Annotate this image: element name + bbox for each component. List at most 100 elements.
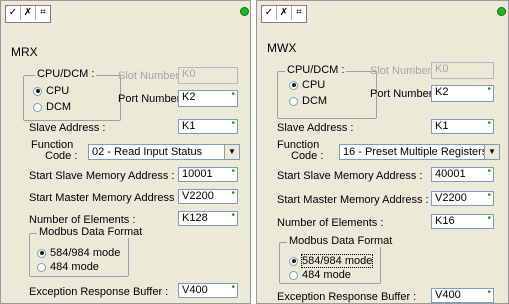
function-code-select[interactable]: 02 - Read Input Status ▼ (88, 144, 240, 160)
valid-mark-icon: • (487, 191, 491, 201)
start-slave-address-field[interactable]: 40001 • (431, 167, 494, 182)
valid-mark-icon: • (487, 119, 491, 129)
valid-mark-icon: • (231, 167, 235, 177)
exception-buffer-label: Exception Response Buffer : (29, 286, 169, 298)
slave-address-field[interactable]: K1 • (178, 119, 238, 134)
valid-mark-icon: • (231, 211, 235, 221)
valid-mark-icon: • (487, 214, 491, 224)
dcm-radio[interactable]: DCM (289, 95, 327, 107)
start-master-address-label: Start Master Memory Address : (29, 192, 181, 204)
slave-address-label: Slave Address : (277, 122, 354, 134)
function-code-label-line2: Code : (45, 150, 78, 162)
number-of-elements-label: Number of Elements : (29, 214, 136, 226)
mode-484-label: 484 mode (302, 269, 351, 281)
exception-buffer-value: V400 (435, 289, 461, 301)
mode-584-radio[interactable]: 584/984 mode (289, 254, 374, 268)
status-led-icon (240, 7, 249, 16)
radio-selected-icon (37, 248, 46, 258)
dcm-radio-label: DCM (302, 95, 328, 107)
modbus-format-group-label: Modbus Data Format (37, 226, 145, 238)
function-code-label-line2: Code : (291, 150, 324, 162)
start-master-address-value: V2200 (435, 192, 467, 204)
instruction-title: MRX (11, 45, 38, 59)
cpu-radio[interactable]: CPU (289, 79, 325, 91)
dcm-radio-label: DCM (46, 101, 72, 113)
start-master-address-field[interactable]: V2200 • (178, 189, 238, 204)
valid-mark-icon: • (487, 167, 491, 177)
function-code-select[interactable]: 16 - Preset Multiple Registers ▼ (339, 144, 500, 160)
cpu-radio-label: CPU (46, 85, 70, 97)
start-slave-address-field[interactable]: 10001 • (178, 167, 238, 182)
mode-484-radio[interactable]: 484 mode (289, 269, 351, 281)
start-master-address-label: Start Master Memory Address : (277, 194, 429, 206)
mode-484-label: 484 mode (50, 261, 99, 273)
mrx-dialog: ✓ ✗ ⌗ MRX CPU/DCM : CPU DCM Slot Number … (0, 0, 251, 304)
help-icon[interactable]: ⌗ (36, 6, 50, 20)
start-slave-address-label: Start Slave Memory Address : (277, 170, 423, 182)
mode-584-radio[interactable]: 584/984 mode (37, 247, 120, 259)
start-master-address-value: V2200 (182, 190, 214, 202)
mwx-toolbar: ✓ ✗ ⌗ (261, 5, 307, 23)
port-number-value: K2 (182, 91, 196, 103)
port-number-label: Port Number : (118, 93, 187, 105)
valid-mark-icon: • (231, 189, 235, 199)
exception-buffer-label: Exception Response Buffer : (277, 291, 417, 303)
radio-selected-icon (33, 86, 42, 96)
valid-mark-icon: • (487, 288, 491, 298)
slave-address-value: K1 (435, 120, 449, 132)
mwx-dialog: ✓ ✗ ⌗ MWX CPU/DCM : CPU DCM Slot Number … (256, 0, 509, 304)
port-number-label: Port Number : (370, 88, 439, 100)
cancel-icon[interactable]: ✗ (277, 6, 292, 20)
function-code-value: 02 - Read Input Status (92, 146, 203, 158)
port-number-field[interactable]: K2 • (178, 90, 238, 107)
number-of-elements-field[interactable]: K16 • (431, 214, 494, 229)
cancel-icon[interactable]: ✗ (21, 6, 36, 20)
cpu-dcm-group (23, 75, 121, 121)
mode-584-label: 584/984 mode (50, 247, 121, 259)
status-led-icon (497, 7, 506, 16)
chevron-down-icon[interactable]: ▼ (484, 145, 499, 159)
port-number-value: K2 (435, 86, 449, 98)
radio-unselected-icon (37, 262, 46, 272)
number-of-elements-value: K16 (435, 215, 455, 227)
cpu-radio[interactable]: CPU (33, 85, 69, 97)
slot-number-label: Slot Number : (118, 70, 186, 82)
slave-address-label: Slave Address : (29, 122, 106, 134)
mode-584-label: 584/984 mode (300, 254, 374, 268)
instruction-title: MWX (267, 41, 297, 55)
start-slave-address-label: Start Slave Memory Address : (29, 170, 175, 182)
number-of-elements-field[interactable]: K128 • (178, 211, 238, 226)
chevron-down-icon[interactable]: ▼ (224, 145, 239, 159)
port-number-field[interactable]: K2 • (431, 85, 494, 102)
radio-selected-icon (289, 80, 298, 90)
exception-buffer-value: V400 (182, 284, 208, 296)
radio-unselected-icon (33, 102, 42, 112)
cpu-dcm-group-label: CPU/DCM : (35, 68, 97, 80)
slot-number-value: K0 (182, 68, 196, 80)
start-slave-address-value: 10001 (182, 168, 213, 180)
slot-number-field[interactable]: K0 (178, 67, 238, 84)
start-master-address-field[interactable]: V2200 • (431, 191, 494, 206)
cpu-dcm-group-label: CPU/DCM : (285, 64, 347, 76)
mode-484-radio[interactable]: 484 mode (37, 261, 99, 273)
start-slave-address-value: 40001 (435, 168, 466, 180)
slave-address-value: K1 (182, 120, 196, 132)
exception-buffer-field[interactable]: V400 • (431, 288, 494, 303)
valid-mark-icon: • (231, 119, 235, 129)
radio-unselected-icon (289, 96, 298, 106)
cpu-radio-label: CPU (302, 79, 326, 91)
accept-icon[interactable]: ✓ (262, 6, 277, 20)
exception-buffer-field[interactable]: V400 • (178, 283, 238, 298)
number-of-elements-label: Number of Elements : (277, 217, 384, 229)
dcm-radio[interactable]: DCM (33, 101, 71, 113)
accept-icon[interactable]: ✓ (6, 6, 21, 20)
function-code-value: 16 - Preset Multiple Registers (343, 146, 488, 158)
valid-mark-icon: • (231, 283, 235, 293)
slot-number-field[interactable]: K0 (431, 62, 494, 79)
valid-mark-icon: • (231, 90, 235, 100)
slave-address-field[interactable]: K1 • (431, 119, 494, 134)
radio-selected-icon (289, 256, 298, 266)
number-of-elements-value: K128 (182, 212, 208, 224)
help-icon[interactable]: ⌗ (292, 6, 306, 20)
radio-unselected-icon (289, 270, 298, 280)
